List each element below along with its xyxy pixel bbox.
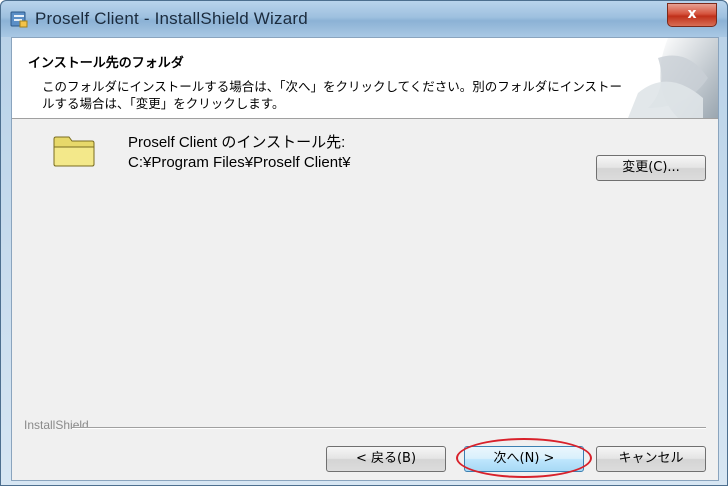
title-bar[interactable]: Proself Client - InstallShield Wizard x	[1, 1, 727, 37]
installshield-label: InstallShield	[24, 418, 89, 432]
destination-panel: Proself Client のインストール先: C:¥Program File…	[12, 119, 718, 409]
page-title: インストール先のフォルダ	[28, 56, 184, 71]
destination-path: C:¥Program Files¥Proself Client¥	[128, 154, 351, 171]
installer-banner-graphic	[628, 38, 718, 118]
window-title: Proself Client - InstallShield Wizard	[35, 9, 308, 28]
folder-icon	[53, 136, 95, 167]
installer-window: Proself Client - InstallShield Wizard x …	[0, 0, 728, 486]
next-button[interactable]: 次へ(N) >	[464, 446, 584, 472]
close-button[interactable]: x	[667, 3, 717, 27]
installer-app-icon	[9, 9, 29, 29]
wizard-body: インストール先のフォルダ このフォルダにインストールする場合は、「次へ」をクリッ…	[11, 37, 719, 481]
destination-label: Proself Client のインストール先:	[128, 134, 346, 151]
cancel-button[interactable]: キャンセル	[596, 446, 706, 472]
page-description: このフォルダにインストールする場合は、「次へ」をクリックしてください。別のフォル…	[42, 79, 623, 111]
footer-divider	[72, 427, 706, 429]
wizard-header: インストール先のフォルダ このフォルダにインストールする場合は、「次へ」をクリッ…	[12, 38, 718, 119]
change-button[interactable]: 変更(C)...	[596, 155, 706, 181]
back-button[interactable]: < 戻る(B)	[326, 446, 446, 472]
